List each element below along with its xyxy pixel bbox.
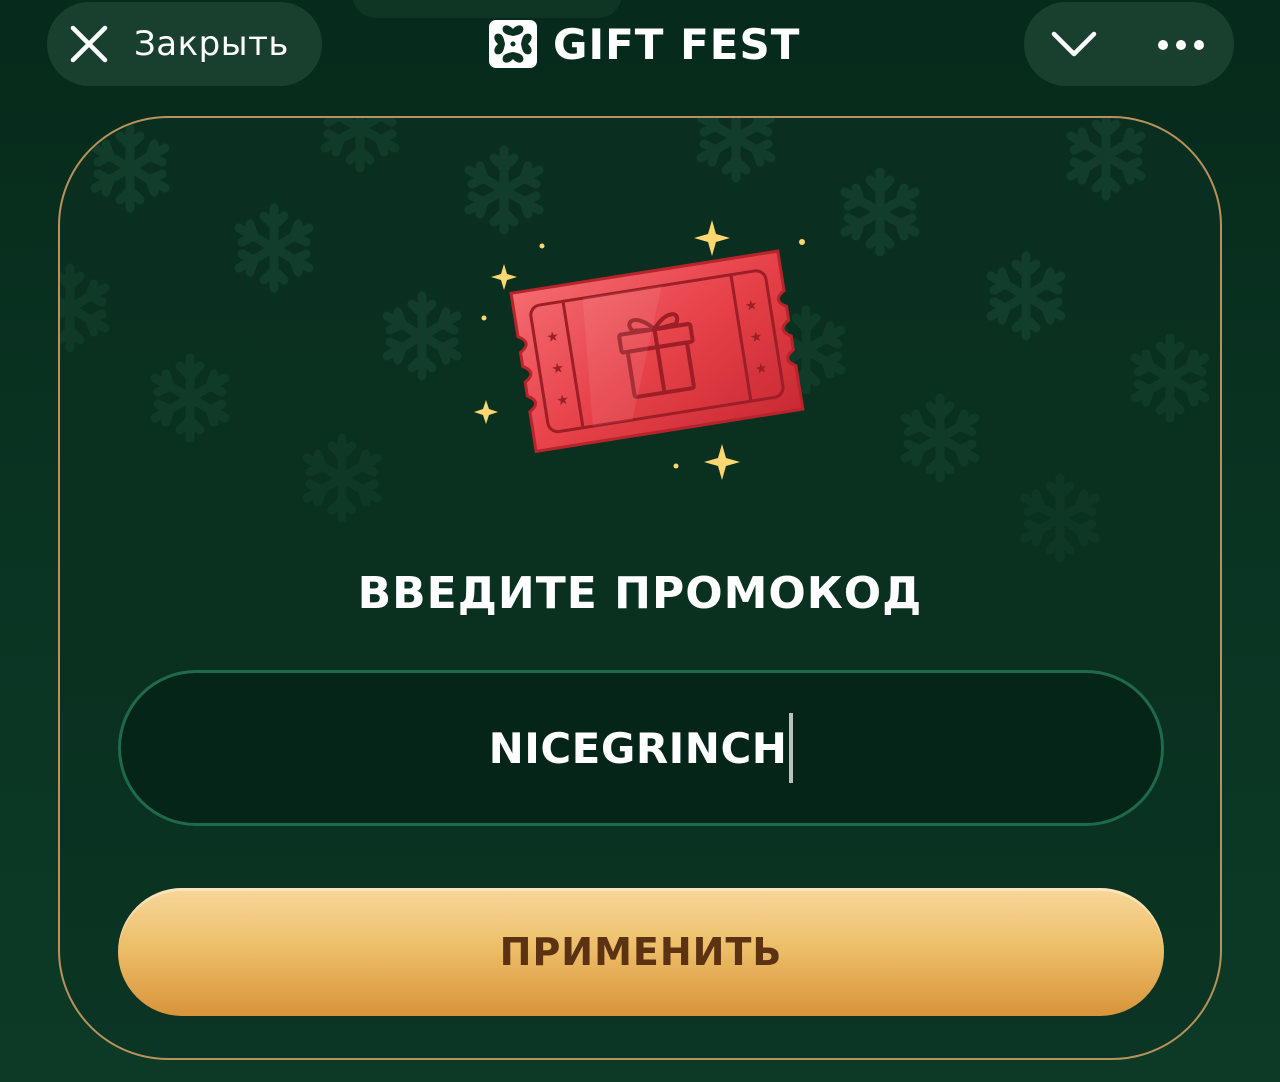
svg-text:★: ★ [550, 360, 565, 378]
close-icon [69, 24, 109, 64]
app-title: GIFT FEST [489, 16, 800, 72]
text-caret [789, 713, 794, 783]
brand-name: GIFT FEST [553, 19, 801, 69]
more-dots-icon[interactable] [1156, 28, 1206, 62]
promo-code-input[interactable]: NICEGRINCH [118, 670, 1164, 826]
svg-text:★: ★ [545, 328, 560, 346]
close-label: Закрыть [134, 24, 289, 64]
close-button[interactable]: Закрыть [47, 2, 322, 86]
apply-button-label: ПРИМЕНИТЬ [499, 930, 783, 974]
svg-text:★: ★ [754, 360, 769, 378]
promo-code-value: NICEGRINCH [488, 723, 788, 773]
chevron-down-icon[interactable] [1050, 24, 1098, 64]
top-right-controls [1024, 2, 1234, 86]
svg-text:★: ★ [555, 392, 570, 410]
svg-text:★: ★ [749, 329, 764, 347]
promo-card: ★ ★ ★ ★ ★ ★ ВВЕДИТЕ ПРОМОКОД NICEGRINCH … [58, 116, 1222, 1060]
gift-ticket-icon: ★ ★ ★ ★ ★ ★ [474, 220, 805, 480]
apply-button[interactable]: ПРИМЕНИТЬ [118, 888, 1164, 1016]
svg-text:★: ★ [744, 297, 759, 315]
gift-logo-icon [489, 20, 537, 68]
promo-title: ВВЕДИТЕ ПРОМОКОД [357, 568, 923, 619]
